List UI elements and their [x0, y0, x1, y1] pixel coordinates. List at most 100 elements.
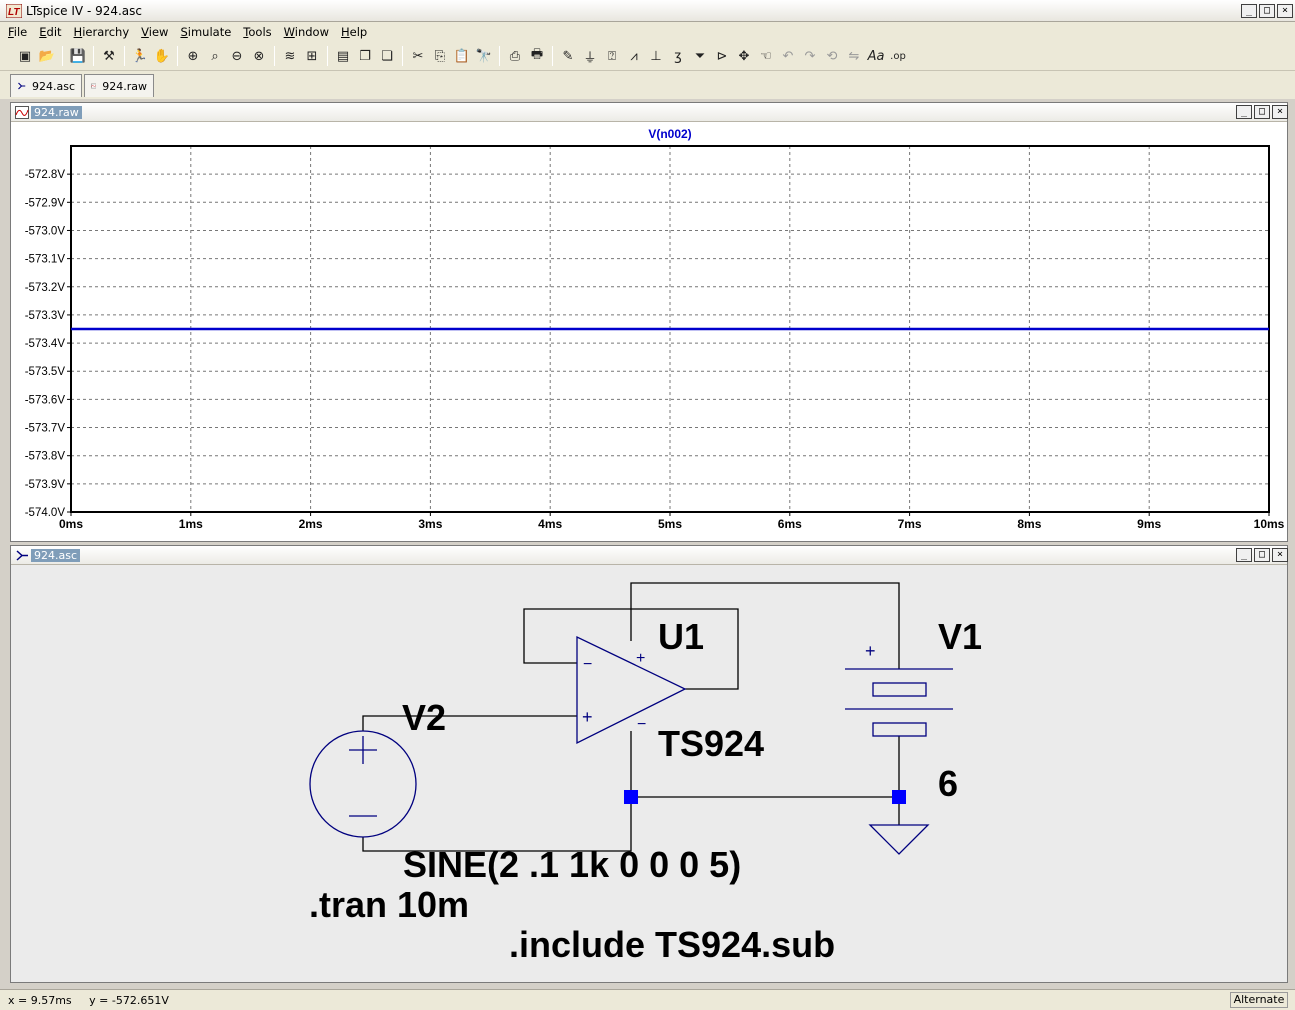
- v1-value[interactable]: 6: [938, 763, 958, 804]
- close-button[interactable]: ×: [1272, 548, 1288, 562]
- include-directive[interactable]: .include TS924.sub: [509, 924, 835, 965]
- waveform-window: 924.raw _ □ × 0ms 1ms 2ms 3ms 4ms 5ms 6ms 7ms 8m…: [10, 102, 1288, 542]
- undo-icon[interactable]: ↶: [777, 45, 799, 67]
- menu-simulate[interactable]: Simulate: [180, 25, 231, 39]
- rotate-icon[interactable]: ⟲: [821, 45, 843, 67]
- diode-icon[interactable]: ⏷: [689, 45, 711, 67]
- ltspice-logo-icon: LT: [6, 4, 22, 18]
- x-tick-label: 5ms: [658, 517, 682, 531]
- junction-node: [624, 790, 638, 804]
- y-tick-label: -573.7V: [25, 423, 66, 435]
- x-tick-label: 1ms: [179, 517, 203, 531]
- draw-wire-icon[interactable]: ✎: [557, 45, 579, 67]
- v1-plus-label: +: [865, 641, 876, 661]
- text-icon[interactable]: Aa: [865, 45, 887, 67]
- toolbar-separator: [274, 46, 275, 66]
- cascade-icon[interactable]: ❐: [354, 45, 376, 67]
- cut-icon[interactable]: ✂: [407, 45, 429, 67]
- spice-directive-icon[interactable]: .op: [887, 45, 909, 67]
- document-tabs: 924.asc 924.raw: [0, 71, 1295, 99]
- y-tick-label: -573.5V: [25, 366, 66, 378]
- maximize-button[interactable]: □: [1254, 548, 1270, 562]
- toolbar-separator: [327, 46, 328, 66]
- tab-label: 924.raw: [102, 79, 147, 93]
- junction-node: [892, 790, 906, 804]
- minimize-button[interactable]: _: [1236, 105, 1252, 119]
- run-icon[interactable]: 🏃: [129, 45, 151, 67]
- menu-edit[interactable]: Edit: [39, 25, 61, 39]
- inductor-icon[interactable]: ʒ: [667, 45, 689, 67]
- schematic-window-title: 924.asc: [31, 549, 81, 562]
- plot-background: [11, 122, 1287, 541]
- maximize-button[interactable]: □: [1259, 4, 1275, 18]
- zoom-pan-icon[interactable]: ⌕: [204, 45, 226, 67]
- y-tick-label: -574.0V: [25, 507, 66, 519]
- menu-hierarchy[interactable]: Hierarchy: [74, 25, 130, 39]
- autorange-icon[interactable]: ≋: [279, 45, 301, 67]
- mirror-icon[interactable]: ⇋: [843, 45, 865, 67]
- waveform-window-controls: _ □ ×: [1236, 105, 1288, 119]
- x-tick-label: 0ms: [59, 517, 83, 531]
- tile-horizontal-icon[interactable]: ▤: [332, 45, 354, 67]
- menu-help[interactable]: Help: [341, 25, 367, 39]
- y-tick-label: -573.2V: [25, 282, 66, 294]
- resistor-icon[interactable]: ⩘: [623, 45, 645, 67]
- v1-name[interactable]: V1: [938, 616, 982, 657]
- tile-vertical-icon[interactable]: ❏: [376, 45, 398, 67]
- v2-name[interactable]: V2: [402, 697, 446, 738]
- save-icon[interactable]: 💾: [67, 45, 89, 67]
- schematic-canvas[interactable]: − + + − U1 TS924 + V1 6 V2 SINE(2 .1 1k …: [11, 565, 1287, 982]
- waveform-window-titlebar: 924.raw _ □ ×: [11, 103, 1288, 122]
- x-tick-label: 7ms: [898, 517, 922, 531]
- x-tick-label: 4ms: [538, 517, 562, 531]
- halt-icon[interactable]: ✋: [151, 45, 173, 67]
- toolbar-separator: [124, 46, 125, 66]
- move-icon[interactable]: ✥: [733, 45, 755, 67]
- waveform-plot[interactable]: 0ms 1ms 2ms 3ms 4ms 5ms 6ms 7ms 8ms 9ms 10ms -572.8…: [11, 122, 1287, 541]
- u1-name[interactable]: U1: [658, 616, 704, 657]
- zoom-fit-icon[interactable]: ⊗: [248, 45, 270, 67]
- schematic-icon: [16, 550, 28, 561]
- paste-icon[interactable]: 📋: [451, 45, 473, 67]
- component-icon[interactable]: ⊳: [711, 45, 733, 67]
- status-bar: x = 9.57ms y = -572.651V Alternate: [0, 989, 1295, 1010]
- find-icon[interactable]: 🔭: [473, 45, 495, 67]
- control-panel-icon[interactable]: ⚒: [98, 45, 120, 67]
- toolbar-separator: [62, 46, 63, 66]
- maximize-button[interactable]: □: [1254, 105, 1270, 119]
- ground-icon[interactable]: ⏚: [579, 45, 601, 67]
- open-folder-icon[interactable]: 📂: [36, 45, 58, 67]
- minimize-button[interactable]: _: [1241, 4, 1257, 18]
- v2-value[interactable]: SINE(2 .1 1k 0 0 0 5): [403, 844, 741, 885]
- label-net-icon[interactable]: ⍰: [601, 45, 623, 67]
- menu-view[interactable]: View: [141, 25, 168, 39]
- waveform-window-title: 924.raw: [31, 106, 82, 119]
- zoom-out-icon[interactable]: ⊖: [226, 45, 248, 67]
- capacitor-icon[interactable]: ⊥: [645, 45, 667, 67]
- minimize-button[interactable]: _: [1236, 548, 1252, 562]
- copy-icon[interactable]: ⎘: [429, 45, 451, 67]
- tran-directive[interactable]: .tran 10m: [309, 884, 469, 925]
- y-tick-label: -573.3V: [25, 310, 66, 322]
- svg-text:LT: LT: [8, 7, 20, 18]
- zoom-in-icon[interactable]: ⊕: [182, 45, 204, 67]
- schematic-icon: [18, 82, 26, 90]
- print-setup-icon[interactable]: ⎙: [504, 45, 526, 67]
- new-schematic-icon[interactable]: ▣: [14, 45, 36, 67]
- close-button[interactable]: ×: [1272, 105, 1288, 119]
- menu-window[interactable]: Window: [284, 25, 329, 39]
- print-icon[interactable]: 🖶: [526, 45, 548, 67]
- redo-icon[interactable]: ↷: [799, 45, 821, 67]
- grid-icon[interactable]: ⊞: [301, 45, 323, 67]
- tab-waveform[interactable]: 924.raw: [84, 74, 154, 97]
- waveform-icon: [91, 83, 97, 89]
- menu-tools[interactable]: Tools: [243, 25, 271, 39]
- x-tick-label: 6ms: [778, 517, 802, 531]
- x-tick-label: 3ms: [418, 517, 442, 531]
- u1-model[interactable]: TS924: [658, 723, 764, 764]
- menu-file[interactable]: File: [8, 25, 27, 39]
- tab-schematic[interactable]: 924.asc: [10, 74, 82, 97]
- drag-icon[interactable]: ☜: [755, 45, 777, 67]
- x-tick-label: 9ms: [1137, 517, 1161, 531]
- close-button[interactable]: ×: [1277, 4, 1293, 18]
